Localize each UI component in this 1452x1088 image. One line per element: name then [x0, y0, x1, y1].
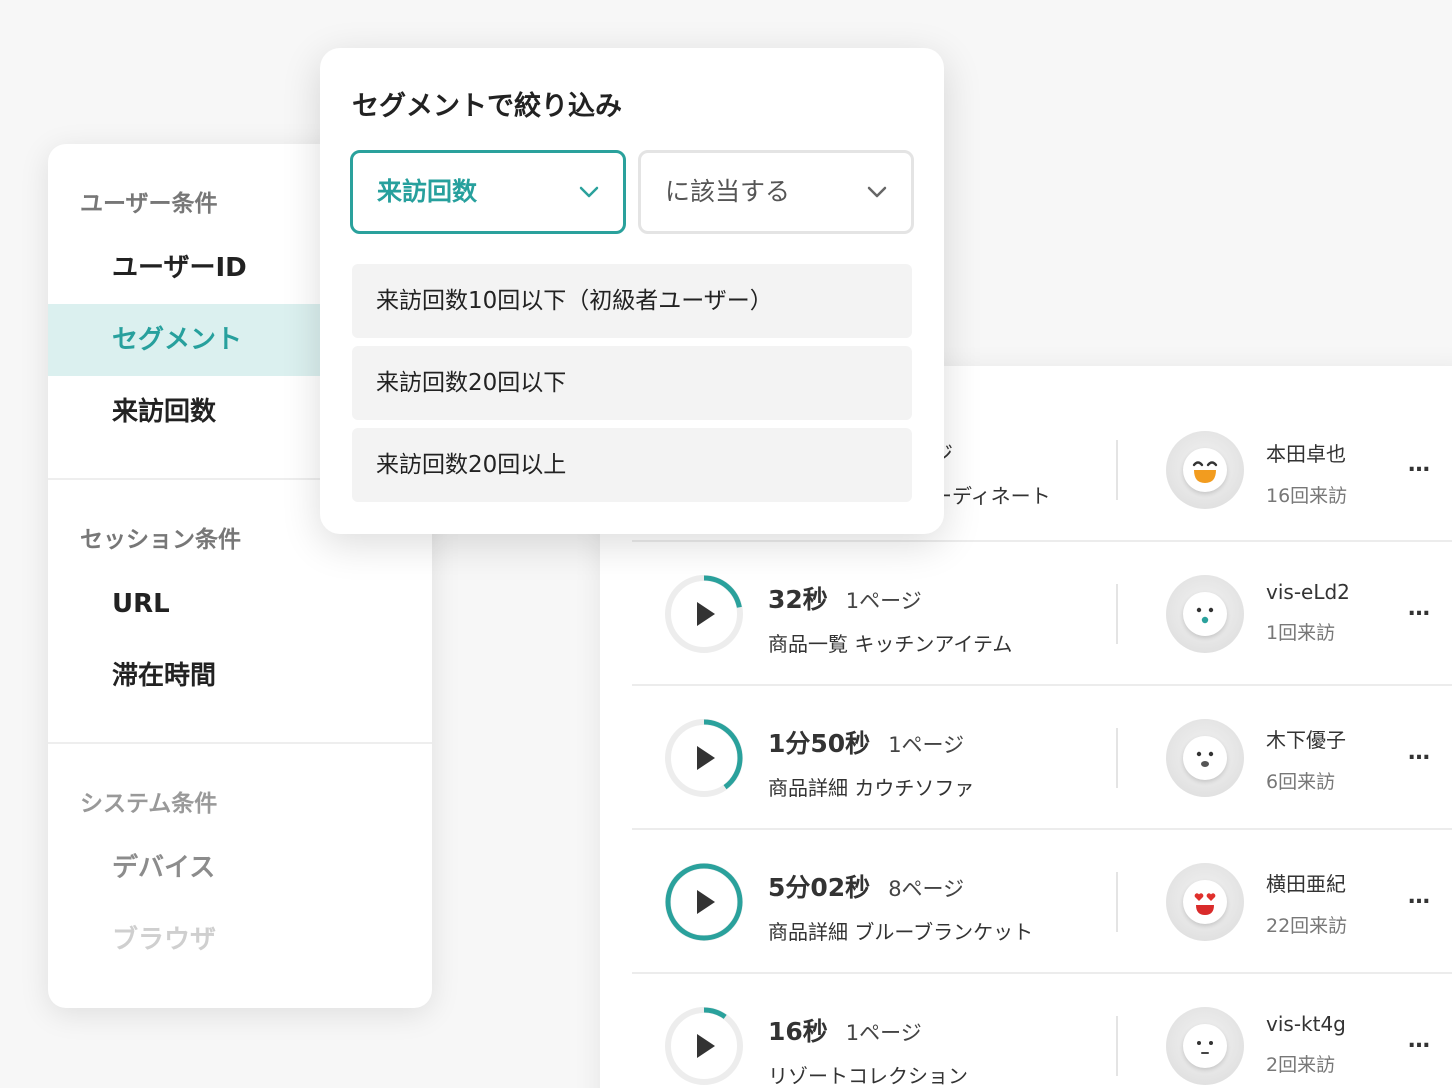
surprised-face-icon: [1183, 592, 1227, 636]
field-select[interactable]: 来訪回数: [350, 150, 626, 234]
more-options-icon[interactable]: …: [1408, 452, 1431, 477]
avatar[interactable]: [1166, 431, 1244, 509]
operator-select[interactable]: に該当する: [638, 150, 914, 234]
play-button[interactable]: [662, 1004, 746, 1088]
sidebar-item-browser[interactable]: ブラウザ: [48, 904, 432, 976]
sidebar-item-device[interactable]: デバイス: [48, 832, 432, 904]
session-duration: 1分50秒: [768, 729, 871, 758]
visit-count: 1回来訪: [1266, 622, 1336, 644]
visit-count: 22回来訪: [1266, 915, 1348, 937]
session-duration: 5分02秒: [768, 873, 871, 902]
session-page-desc: 商品詳細 ブルーブランケット: [768, 920, 1034, 944]
user-name[interactable]: 横田亜紀: [1266, 868, 1347, 897]
play-button[interactable]: [662, 572, 746, 656]
session-row[interactable]: 32秒 1ページ 商品一覧 キッチンアイテム vis-eLd2 1回来訪 …: [632, 542, 1452, 686]
session-row[interactable]: 1分50秒 1ページ 商品詳細 カウチソファ 木下優子 6回来訪 …: [632, 686, 1452, 830]
session-row[interactable]: 16秒 1ページ リゾートコレクション vis-kt4g 2回来訪 …: [632, 974, 1452, 1088]
user-name[interactable]: 木下優子: [1266, 724, 1346, 753]
user-name[interactable]: vis-eLd2: [1266, 580, 1350, 604]
session-page-desc: リゾートコレクション: [768, 1064, 968, 1088]
session-duration: 32秒: [768, 585, 828, 614]
segment-option[interactable]: 来訪回数20回以下: [352, 346, 912, 420]
group-title-session: セッション条件: [80, 527, 241, 553]
session-page-count: 1ページ: [845, 589, 922, 613]
user-name[interactable]: vis-kt4g: [1266, 1012, 1346, 1036]
avatar[interactable]: [1166, 575, 1244, 653]
session-page-desc: 商品一覧 キッチンアイテム: [768, 632, 1013, 656]
sidebar-item-url[interactable]: URL: [48, 568, 432, 640]
session-page-desc: 商品詳細 カウチソファ: [768, 776, 975, 800]
session-page-desc: ーディネート: [932, 484, 1051, 508]
group-title-system: システム条件: [80, 791, 218, 817]
neutral-face-icon: [1183, 736, 1227, 780]
avatar[interactable]: [1166, 1007, 1244, 1085]
play-button[interactable]: [662, 860, 746, 944]
more-options-icon[interactable]: …: [1408, 596, 1431, 621]
chevron-down-icon: [867, 186, 887, 198]
field-select-value: 来訪回数: [377, 177, 478, 206]
visit-count: 2回来訪: [1266, 1054, 1336, 1076]
segment-option[interactable]: 来訪回数20回以上: [352, 428, 912, 502]
avatar[interactable]: [1166, 863, 1244, 941]
divider: [48, 742, 432, 744]
flat-face-icon: [1183, 1024, 1227, 1068]
visit-count: 6回来訪: [1266, 771, 1336, 793]
more-options-icon[interactable]: …: [1408, 884, 1431, 909]
popover-title: セグメントで絞り込み: [352, 91, 622, 122]
visit-count: 16回来訪: [1266, 485, 1348, 507]
play-button[interactable]: [662, 716, 746, 800]
segment-option[interactable]: 来訪回数10回以下（初級者ユーザー）: [352, 264, 912, 338]
laughing-face-icon: [1183, 448, 1227, 492]
session-row[interactable]: 5分02秒 8ページ 商品詳細 ブルーブランケット 横田亜紀 22回来訪 …: [632, 830, 1452, 974]
row-separator: [1116, 1016, 1118, 1076]
more-options-icon[interactable]: …: [1408, 1028, 1431, 1053]
operator-select-value: に該当する: [665, 177, 791, 206]
more-options-icon[interactable]: …: [1408, 740, 1431, 765]
user-name[interactable]: 本田卓也: [1266, 438, 1347, 467]
row-separator: [1116, 440, 1118, 500]
avatar[interactable]: [1166, 719, 1244, 797]
session-page-count: 1ページ: [888, 733, 965, 757]
row-separator: [1116, 872, 1118, 932]
row-separator: [1116, 728, 1118, 788]
heart-eyes-face-icon: [1183, 880, 1227, 924]
segment-filter-popover: セグメントで絞り込み 来訪回数 に該当する 来訪回数10回以下（初級者ユーザー）…: [320, 48, 944, 534]
session-duration: 16秒: [768, 1017, 828, 1046]
group-title-user: ユーザー条件: [80, 191, 218, 217]
row-separator: [1116, 584, 1118, 644]
chevron-down-icon: [579, 186, 599, 198]
sidebar-item-dwell-time[interactable]: 滞在時間: [48, 640, 432, 712]
session-page-count: 8ページ: [888, 877, 965, 901]
session-page-count: 1ページ: [845, 1021, 922, 1045]
